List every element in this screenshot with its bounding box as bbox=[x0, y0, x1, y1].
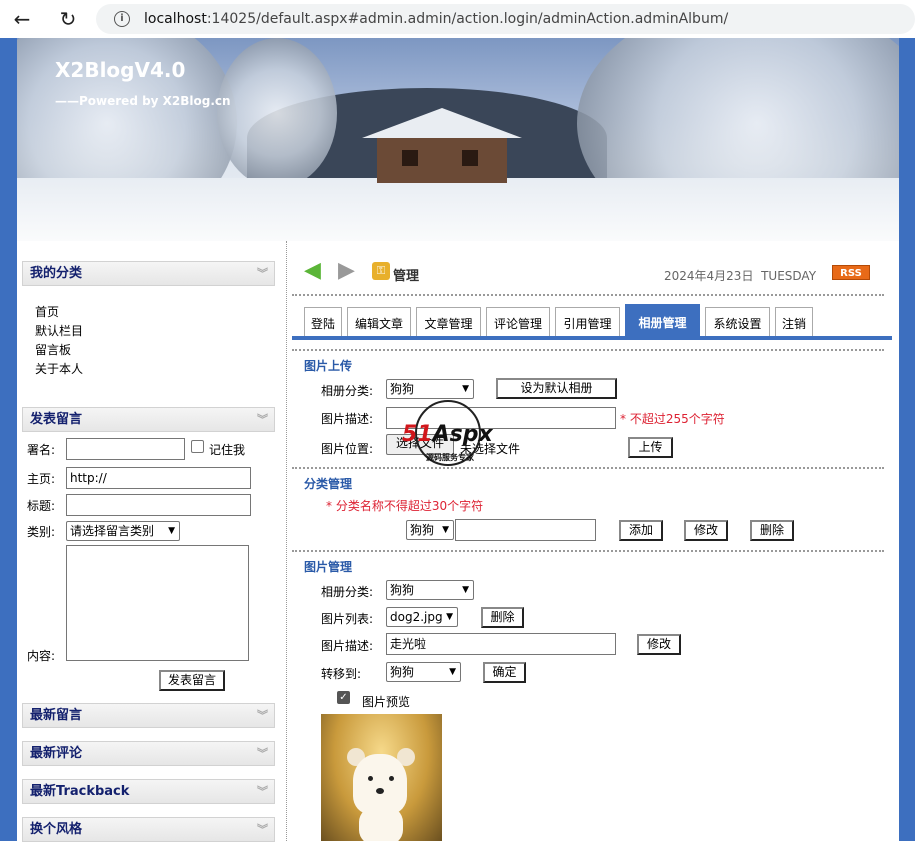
tab-trackback-mgmt[interactable]: 引用管理 bbox=[555, 307, 620, 336]
chevron-down-icon: ▼ bbox=[449, 667, 456, 677]
tab-album-mgmt[interactable]: 相册管理 bbox=[625, 304, 700, 336]
image-list-select[interactable]: dog2.jpg ▼ bbox=[386, 607, 458, 627]
type-label: 类别: bbox=[27, 525, 56, 539]
collapse-icon[interactable]: ︾ bbox=[257, 704, 268, 727]
chevron-down-icon: ▼ bbox=[168, 526, 175, 536]
browser-toolbar: ← ↻ i localhost:14025/default.aspx#admin… bbox=[0, 0, 915, 38]
upload-desc-label: 图片描述: bbox=[321, 412, 374, 426]
cabin-image bbox=[362, 108, 522, 183]
latest-trackback-header[interactable]: 最新Trackback ︾ bbox=[22, 779, 275, 804]
current-date: 2024年4月23日 TUESDAY bbox=[664, 269, 817, 283]
watermark-logo: 51Aspx 源码服务专家 bbox=[402, 400, 494, 472]
remember-checkbox[interactable] bbox=[191, 440, 204, 453]
tab-underline bbox=[292, 336, 892, 340]
rss-badge[interactable]: RSS bbox=[832, 265, 870, 280]
category-name-hint: * 分类名称不得超过30个字符 bbox=[326, 499, 484, 513]
chevron-down-icon: ▼ bbox=[446, 612, 453, 622]
key-icon: ⚿ bbox=[372, 262, 390, 280]
category-link-home[interactable]: 首页 bbox=[35, 303, 59, 320]
blog-subtitle: ——Powered by X2Blog.cn bbox=[55, 94, 231, 108]
upload-category-select[interactable]: 狗狗 ▼ bbox=[386, 379, 474, 399]
homepage-label: 主页: bbox=[27, 472, 56, 486]
header-banner: X2BlogV4.0 ——Powered by X2Blog.cn bbox=[17, 38, 899, 241]
edit-image-button[interactable]: 修改 bbox=[637, 634, 681, 655]
confirm-move-button[interactable]: 确定 bbox=[483, 662, 526, 683]
manage-label: 管理 bbox=[393, 269, 420, 284]
message-type-select[interactable]: 请选择留言类别 ▼ bbox=[66, 521, 180, 541]
content-textarea[interactable] bbox=[66, 545, 249, 661]
chevron-down-icon: ▼ bbox=[462, 384, 469, 394]
collapse-icon[interactable]: ︾ bbox=[257, 262, 268, 285]
edit-category-button[interactable]: 修改 bbox=[684, 520, 728, 541]
content-label: 内容: bbox=[27, 649, 56, 663]
theme-header[interactable]: 换个风格 ︾ bbox=[22, 817, 275, 842]
image-category-select[interactable]: 狗狗 ▼ bbox=[386, 580, 474, 600]
subject-label: 标题: bbox=[27, 499, 56, 513]
delete-image-button[interactable]: 删除 bbox=[481, 607, 524, 628]
image-category-label: 相册分类: bbox=[321, 585, 374, 599]
image-section-title: 图片管理 bbox=[304, 560, 353, 574]
guestbook-header[interactable]: 发表留言 ︾ bbox=[22, 407, 275, 432]
admin-main: ◀ ▶ ⚿ 管理 2024年4月23日 TUESDAY RSS 登陆 编辑文章 … bbox=[292, 241, 899, 841]
delete-category-button[interactable]: 删除 bbox=[750, 520, 794, 541]
tab-login[interactable]: 登陆 bbox=[304, 307, 342, 336]
dog-preview-image bbox=[321, 714, 442, 841]
post-message-button[interactable]: 发表留言 bbox=[159, 670, 225, 691]
address-bar[interactable]: i localhost:14025/default.aspx#admin.adm… bbox=[96, 4, 915, 34]
upload-button[interactable]: 上传 bbox=[628, 437, 673, 458]
tab-logout[interactable]: 注销 bbox=[775, 307, 813, 336]
divider bbox=[292, 550, 884, 552]
site-info-icon[interactable]: i bbox=[114, 11, 130, 27]
collapse-icon[interactable]: ︾ bbox=[257, 780, 268, 803]
collapse-icon[interactable]: ︾ bbox=[257, 408, 268, 431]
categories-header[interactable]: 我的分类 ︾ bbox=[22, 261, 275, 286]
tab-system-settings[interactable]: 系统设置 bbox=[705, 307, 770, 336]
reload-icon[interactable]: ↻ bbox=[56, 7, 80, 31]
image-desc-label: 图片描述: bbox=[321, 639, 374, 653]
tab-comment-mgmt[interactable]: 评论管理 bbox=[486, 307, 550, 336]
divider bbox=[292, 294, 884, 296]
name-input[interactable] bbox=[66, 438, 185, 460]
upload-section-title: 图片上传 bbox=[304, 359, 353, 373]
divider bbox=[292, 349, 884, 351]
category-section-title: 分类管理 bbox=[304, 477, 353, 491]
collapse-icon[interactable]: ︾ bbox=[257, 742, 268, 765]
category-link-guestbook[interactable]: 留言板 bbox=[35, 341, 71, 358]
back-arrow-icon[interactable]: ◀ bbox=[304, 260, 326, 282]
chevron-down-icon: ▼ bbox=[462, 585, 469, 595]
desc-length-hint: * 不超过255个字符 bbox=[620, 412, 725, 426]
page-frame: X2BlogV4.0 ——Powered by X2Blog.cn 我的分类 ︾ … bbox=[0, 38, 915, 842]
preview-label: 图片预览 bbox=[362, 695, 411, 709]
tab-article-mgmt[interactable]: 文章管理 bbox=[416, 307, 481, 336]
category-link-default[interactable]: 默认栏目 bbox=[35, 322, 83, 339]
subject-input[interactable] bbox=[66, 494, 251, 516]
upload-location-label: 图片位置: bbox=[321, 442, 374, 456]
divider bbox=[292, 467, 884, 469]
chevron-down-icon: ▼ bbox=[442, 525, 449, 535]
upload-category-label: 相册分类: bbox=[321, 384, 374, 398]
move-to-label: 转移到: bbox=[321, 667, 362, 681]
image-list-label: 图片列表: bbox=[321, 612, 374, 626]
remember-label: 记住我 bbox=[209, 443, 246, 457]
latest-messages-header[interactable]: 最新留言 ︾ bbox=[22, 703, 275, 728]
tab-edit-article[interactable]: 编辑文章 bbox=[347, 307, 411, 336]
image-desc-input[interactable]: 走光啦 bbox=[386, 633, 616, 655]
set-default-album-button[interactable]: 设为默认相册 bbox=[496, 378, 617, 399]
latest-comments-header[interactable]: 最新评论 ︾ bbox=[22, 741, 275, 766]
category-select[interactable]: 狗狗 ▼ bbox=[406, 520, 454, 540]
category-name-input[interactable] bbox=[455, 519, 596, 541]
address-url: localhost:14025/default.aspx#admin.admin… bbox=[144, 11, 729, 27]
forward-arrow-icon[interactable]: ▶ bbox=[338, 260, 360, 282]
name-label: 署名: bbox=[27, 443, 56, 457]
collapse-icon[interactable]: ︾ bbox=[257, 818, 268, 841]
sidebar: 我的分类 ︾ 首页 默认栏目 留言板 关于本人 发表留言 ︾ 署名: 记住我 主页:… bbox=[17, 241, 287, 842]
blog-page: X2BlogV4.0 ——Powered by X2Blog.cn 我的分类 ︾ … bbox=[17, 38, 899, 842]
category-link-about[interactable]: 关于本人 bbox=[35, 360, 83, 377]
blog-title: X2BlogV4.0 bbox=[55, 58, 186, 82]
preview-checkbox[interactable]: ✓ bbox=[337, 691, 350, 704]
add-category-button[interactable]: 添加 bbox=[619, 520, 663, 541]
back-arrow-icon[interactable]: ← bbox=[10, 7, 34, 31]
homepage-input[interactable]: http:// bbox=[66, 467, 251, 489]
move-to-select[interactable]: 狗狗 ▼ bbox=[386, 662, 461, 682]
